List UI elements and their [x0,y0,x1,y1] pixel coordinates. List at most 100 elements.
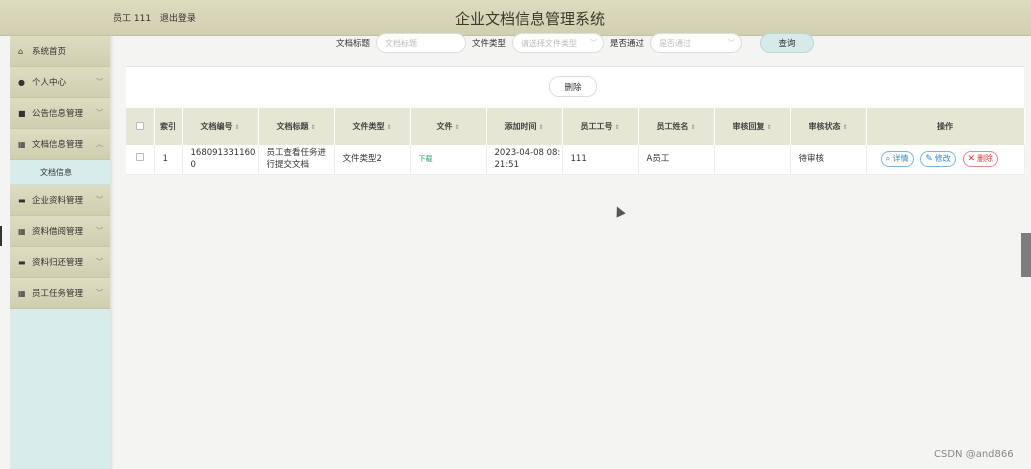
chevron-down-icon: ﹀ [96,289,103,297]
cell-doc-no: 1680913311600 [182,145,259,175]
sidebar-item-borrow[interactable]: ▦ 资料借阅管理 ﹀ [10,216,110,247]
select-all-cell[interactable] [126,108,155,145]
sort-icon[interactable]: ⇕ [842,124,847,131]
app-title: 企业文档信息管理系统 [454,10,605,28]
sidebar-shadow [110,36,114,469]
col-actions: 操作 [866,108,1025,145]
cell-type: 文件类型2 [334,145,411,175]
sidebar-item-label: 资料归还管理 [32,258,84,268]
cell-index: 1 [154,145,183,175]
sort-icon[interactable]: ⇕ [614,124,619,131]
sidebar-item-return[interactable]: ▬ 资料归还管理 ﹀ [10,247,110,278]
pass-filter-select[interactable]: 是否通过 ﹀ [650,33,743,53]
sidebar-item-label: 企业资料管理 [32,196,84,206]
col-title[interactable]: 文档标题 ⇕ [258,108,335,145]
edit-button[interactable]: ✎ 修改 [920,151,956,168]
monitor-icon: ▬ [18,195,26,205]
pass-filter-placeholder: 是否通过 [659,38,692,48]
sidebar-item-home[interactable]: ⌂ 系统首页 [10,36,110,67]
sidebar-item-profile[interactable]: ● 个人中心 ﹀ [10,67,110,98]
row-checkbox[interactable] [135,153,144,162]
sidebar-item-label: 资料借阅管理 [32,227,84,237]
top-header: 员工 111 退出登录 企业文档信息管理系统 [0,0,1031,36]
search-button[interactable]: 查询 [760,33,815,53]
select-all-checkbox[interactable] [135,121,144,130]
sidebar-item-label: 公告信息管理 [32,109,84,119]
grid-icon: ▦ [18,139,26,149]
title-filter-label: 文档标题 [336,39,371,49]
sidebar-item-label: 文档信息管理 [32,140,84,150]
col-label: 审核回复 [732,122,765,131]
chevron-down-icon: ﹀ [96,227,103,235]
sort-icon[interactable]: ⇕ [690,124,695,131]
col-index: 索引 [154,108,183,145]
sort-icon[interactable]: ⇕ [454,124,459,131]
sort-icon[interactable]: ⇕ [538,124,543,131]
col-time[interactable]: 添加时间 ⇕ [486,108,563,145]
sidebar-item-tasks[interactable]: ▦ 员工任务管理 ﹀ [10,278,110,309]
chevron-down-icon: ﹀ [96,109,103,117]
batch-delete-button[interactable]: 删除 [549,76,597,97]
chevron-down-icon: ﹀ [96,258,103,266]
col-label: 文件类型 [352,122,385,131]
cell-actions: ⌕ 详情 ✎ 修改 ✕ 删除 [866,145,1025,175]
sort-icon[interactable]: ⇕ [310,124,315,131]
search-icon: ⌕ [885,154,891,165]
type-filter-placeholder: 请选择文件类型 [521,38,578,48]
cell-reply [714,145,791,175]
sidebar-item-documents[interactable]: ▦ 文档信息管理 ︿ [10,129,110,160]
sidebar-subitem-label: 文档信息 [40,167,72,177]
detail-button[interactable]: ⌕ 详情 [880,151,914,168]
col-label: 文件 [436,122,453,131]
col-type[interactable]: 文件类型 ⇕ [334,108,411,145]
title-filter-placeholder: 文档标题 [385,38,418,48]
col-file[interactable]: 文件 ⇕ [410,108,487,145]
pencil-icon: ✎ [925,154,933,165]
edit-label: 修改 [934,154,951,164]
chevron-down-icon: ﹀ [96,78,103,86]
grid-icon: ▦ [18,288,26,298]
sort-icon[interactable]: ⇕ [234,124,239,131]
col-label: 审核状态 [808,122,841,131]
sidebar-item-label: 个人中心 [32,78,67,88]
sidebar: ⌂ 系统首页 ● 个人中心 ﹀ ■ 公告信息管理 ﹀ ▦ 文档信息管理 ︿ 文档… [10,36,110,469]
search-bar: 文档标题 文档标题 文件类型 请选择文件类型 ﹀ 是否通过 是否通过 ﹀ 查询 [336,32,815,54]
close-icon: ✕ [967,154,976,165]
row-select-cell[interactable] [126,145,155,175]
sort-icon[interactable]: ⇕ [766,124,771,131]
home-icon: ⌂ [18,46,24,56]
delete-label: 删除 [977,154,994,164]
cell-emp-name: A员工 [638,145,715,175]
sidebar-item-label: 员工任务管理 [32,289,84,299]
cell-title: 员工查看任务进行提交文档 [258,145,335,175]
type-filter-select[interactable]: 请选择文件类型 ﹀ [512,33,605,53]
sort-icon[interactable]: ⇕ [386,124,391,131]
cell-time: 2023-04-08 08:21:51 [486,145,563,175]
chevron-down-icon: ﹀ [96,196,103,204]
left-edge-marker [0,226,2,246]
col-emp-name[interactable]: 员工姓名 ⇕ [638,108,715,145]
title-filter-input[interactable]: 文档标题 [376,33,467,53]
delete-row-button[interactable]: ✕ 删除 [962,151,999,168]
col-label: 员工姓名 [656,122,689,131]
download-link[interactable]: 下载 [419,155,433,163]
sidebar-subitem-document-info[interactable]: 文档信息 [10,160,110,185]
cell-file: 下载 [410,145,487,175]
scrollbar-thumb[interactable] [1021,233,1031,277]
col-status[interactable]: 审核状态 ⇕ [790,108,867,145]
mouse-cursor-icon [612,204,626,218]
detail-label: 详情 [892,154,909,164]
document-table: 索引 文档编号 ⇕ 文档标题 ⇕ 文件类型 ⇕ 文件 ⇕ 添加时间 ⇕ 员工工号 ⇕ 员工姓… [126,108,1025,175]
table-row: 1 1680913311600 员工查看任务进行提交文档 文件类型2 下载 20… [126,145,1025,175]
sidebar-item-materials[interactable]: ▬ 企业资料管理 ﹀ [10,185,110,216]
chevron-down-icon: ﹀ [590,39,598,47]
sidebar-item-notice[interactable]: ■ 公告信息管理 ﹀ [10,98,110,129]
col-reply[interactable]: 审核回复 ⇕ [714,108,791,145]
col-doc-no[interactable]: 文档编号 ⇕ [182,108,259,145]
col-emp-no[interactable]: 员工工号 ⇕ [562,108,639,145]
cell-emp-no: 111 [562,145,639,175]
pass-filter-label: 是否通过 [610,39,645,49]
cell-status: 待审核 [790,145,867,175]
col-label: 文档标题 [276,122,309,131]
notice-icon: ■ [18,108,26,118]
